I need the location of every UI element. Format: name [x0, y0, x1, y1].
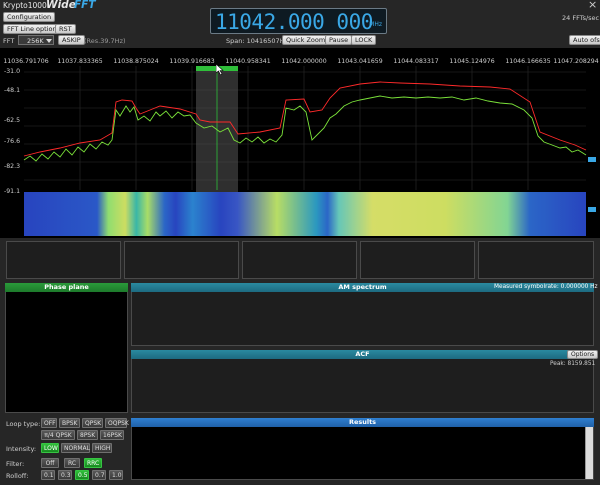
fft-rate-label: 24 FFTs/sec [562, 14, 600, 22]
center-frequency-unit: MHz [369, 21, 382, 28]
db-tick: -91.1 [4, 188, 21, 195]
results-panel [131, 418, 594, 480]
pause-button[interactable]: Pause [325, 35, 353, 45]
results-title: Results [131, 418, 594, 427]
acf-title: ACF [131, 350, 594, 359]
spectrum-display[interactable] [0, 48, 600, 238]
am-spectrum-panel [131, 283, 594, 346]
chevron-down-icon [46, 39, 52, 43]
spectrum-grid [24, 66, 586, 190]
loop-16psk-button[interactable]: 16PSK [100, 430, 124, 440]
rst-button[interactable]: RST [55, 24, 76, 34]
level-slider-bottom[interactable] [588, 207, 596, 212]
phase-plane-title: Phase plane [5, 283, 128, 292]
title-bar: Krypto1000 Wide FFT × [0, 0, 600, 11]
freq-tick: 11047.208294 [553, 58, 599, 65]
channel-thumbnail-5[interactable] [478, 241, 594, 279]
rolloff-10-button[interactable]: 1.0 [109, 470, 123, 480]
loop-bpsk-button[interactable]: BPSK [59, 418, 80, 428]
freq-tick: 11040.958341 [225, 58, 271, 65]
brand-prefix: Wide [46, 0, 76, 11]
acf-panel [131, 350, 594, 413]
db-tick: -82.3 [4, 163, 21, 170]
loop-qpsk-button[interactable]: QPSK [82, 418, 103, 428]
db-tick: -31.0 [4, 68, 21, 75]
acf-peak: Peak: 8159.851 [550, 361, 596, 367]
span-label: Span: 10416507Hz [226, 37, 288, 45]
rolloff-label: Rolloff: [6, 472, 29, 480]
intensity-low-button[interactable]: LOW [41, 443, 59, 453]
freq-tick: 11044.083317 [393, 58, 439, 65]
auto-ofs-button[interactable]: Auto ofs [569, 35, 600, 45]
brand-suffix: FFT [74, 0, 96, 11]
mouse-cursor-icon [216, 64, 224, 75]
intensity-high-button[interactable]: HIGH [92, 443, 112, 453]
channel-thumbnail-2[interactable] [124, 241, 239, 279]
level-slider-top[interactable] [588, 157, 596, 162]
center-frequency-display[interactable]: 11042.000 000 MHz [210, 8, 387, 34]
fft-label: FFT [3, 37, 15, 45]
app-name: Krypto1000 [3, 1, 47, 10]
freq-tick: 11043.041659 [337, 58, 383, 65]
freq-tick: 11045.124976 [449, 58, 495, 65]
rolloff-07-button[interactable]: 0.7 [92, 470, 106, 480]
askip-button[interactable]: ASKIP [58, 35, 85, 45]
channel-thumbnail-4[interactable] [360, 241, 475, 279]
fft-size-select[interactable]: 256K [18, 35, 54, 45]
configuration-button[interactable]: Configuration [3, 12, 56, 22]
loop-off-button[interactable]: OFF [41, 418, 57, 428]
channel-thumbnail-3[interactable] [242, 241, 357, 279]
db-tick: -62.5 [4, 117, 21, 124]
loop-pi4qpsk-button[interactable]: π/4 QPSK [41, 430, 75, 440]
spectrum-svg [23, 66, 596, 236]
channel-thumbnail-1[interactable] [6, 241, 121, 279]
center-frequency-value: 11042.000 000 [215, 10, 373, 34]
intensity-normal-button[interactable]: NORMAL [61, 443, 90, 453]
measured-symbolrate: Measured symbolrate: 0.000000 Hz [494, 284, 598, 290]
freq-tick: 11038.875024 [113, 58, 159, 65]
spectrum-green-trace [23, 95, 587, 162]
freq-tick: 11036.791706 [3, 58, 49, 65]
fft-size-value: 256K [27, 37, 44, 45]
intensity-label: Intensity: [6, 445, 37, 453]
loop-8psk-button[interactable]: 8PSK [77, 430, 98, 440]
filter-rc-button[interactable]: RC [64, 458, 80, 468]
db-tick: -76.6 [4, 138, 21, 145]
loop-type-label: Loop type: [6, 420, 41, 428]
rolloff-03-button[interactable]: 0.3 [58, 470, 72, 480]
results-scrollbar[interactable] [585, 427, 593, 479]
freq-tick: 11039.916683 [169, 58, 215, 65]
freq-tick: 11042.000000 [281, 58, 327, 65]
freq-tick: 11046.166635 [505, 58, 551, 65]
freq-tick: 11037.833365 [57, 58, 103, 65]
phase-plane-panel [5, 283, 128, 413]
filter-label: Filter: [6, 460, 25, 468]
rolloff-01-button[interactable]: 0.1 [41, 470, 55, 480]
resolution-label: (Res.39.7Hz) [84, 37, 126, 45]
acf-options-button[interactable]: Options [567, 350, 599, 359]
lock-button[interactable]: LOCK [351, 35, 377, 45]
quick-zoom-button[interactable]: Quick Zoom [282, 35, 330, 45]
close-icon[interactable]: × [588, 0, 597, 11]
filter-rrc-button[interactable]: RRC [84, 458, 102, 468]
loop-oqpsk-button[interactable]: OQPSK [105, 418, 129, 428]
rolloff-05-button[interactable]: 0.5 [75, 470, 89, 480]
db-tick: -48.1 [4, 87, 21, 94]
filter-off-button[interactable]: Off [41, 458, 59, 468]
